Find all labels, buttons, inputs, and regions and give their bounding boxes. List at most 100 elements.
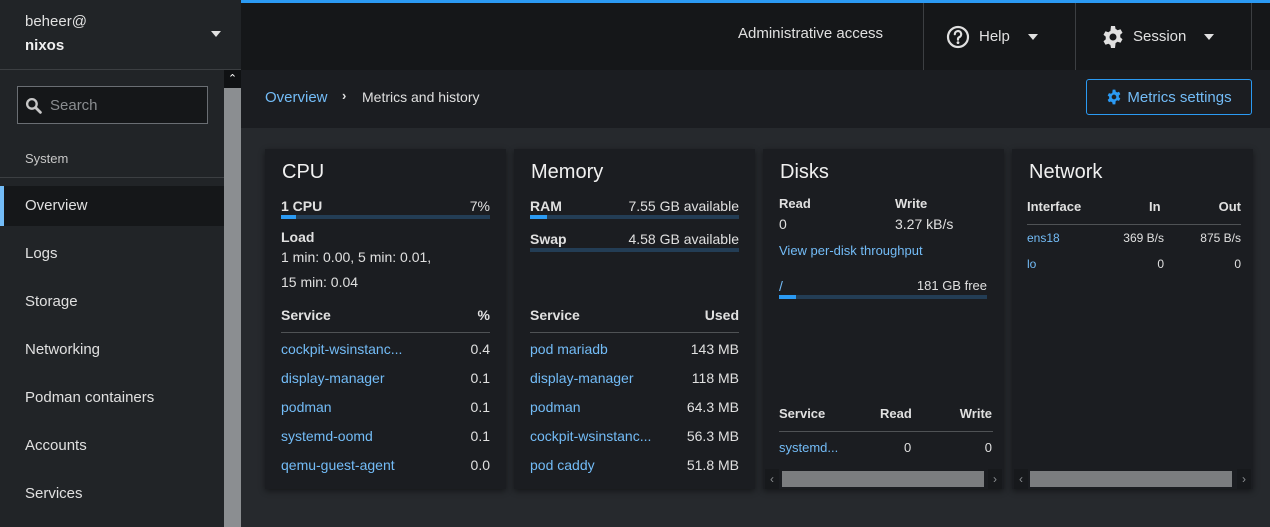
disks-card: Disks Read 0 Write 3.27 kB/s View per-di… bbox=[763, 149, 1004, 489]
service-link[interactable]: cockpit-wsinstanc... bbox=[281, 341, 402, 357]
search-input[interactable] bbox=[50, 87, 200, 123]
chevron-left-icon[interactable]: ‹ bbox=[765, 469, 779, 489]
horizontal-scrollbar[interactable]: ‹ › bbox=[765, 469, 1002, 489]
service-link[interactable]: systemd-oomd bbox=[281, 428, 373, 444]
memory-card: Memory RAM 7.55 GB available Swap 4.58 G… bbox=[514, 149, 755, 489]
per-disk-throughput-link[interactable]: View per-disk throughput bbox=[779, 243, 923, 258]
divider bbox=[1027, 224, 1241, 225]
sidebar-item-podman-containers[interactable]: Podman containers bbox=[0, 378, 224, 418]
gear-icon bbox=[1108, 89, 1121, 105]
divider bbox=[281, 332, 490, 333]
nav-group-label: System bbox=[25, 151, 69, 166]
col-write: Write bbox=[959, 406, 992, 421]
interface-out: 875 B/s bbox=[1200, 231, 1241, 245]
service-value: 0.1 bbox=[470, 399, 490, 415]
administrative-access-button[interactable]: Administrative access bbox=[738, 25, 883, 42]
help-icon bbox=[946, 25, 970, 48]
swap-available: 4.58 GB available bbox=[628, 231, 739, 247]
swap-label: Swap bbox=[530, 231, 567, 247]
sidebar-item-logs[interactable]: Logs bbox=[0, 234, 224, 274]
mount-link[interactable]: / bbox=[779, 278, 783, 294]
divider bbox=[1075, 3, 1076, 70]
chevron-right-icon[interactable]: › bbox=[1237, 469, 1251, 489]
top-bar: Administrative access Help Session bbox=[241, 0, 1270, 70]
network-card: Network Interface In Out ens18 369 B/s 8… bbox=[1012, 149, 1253, 489]
divider bbox=[0, 177, 224, 178]
service-write: 0 bbox=[984, 440, 992, 455]
service-link[interactable]: cockpit-wsinstanc... bbox=[530, 428, 651, 444]
metrics-settings-button[interactable]: Metrics settings bbox=[1086, 79, 1252, 115]
chevron-right-icon: › bbox=[342, 88, 347, 103]
interface-in: 0 bbox=[1157, 257, 1164, 271]
caret-down-icon bbox=[1204, 33, 1215, 40]
interface-in: 369 B/s bbox=[1123, 231, 1164, 245]
load-line-1: 1 min: 0.00, 5 min: 0.01, bbox=[281, 249, 432, 265]
load-line-2: 15 min: 0.04 bbox=[281, 274, 359, 290]
read-label: Read bbox=[779, 196, 811, 211]
col-service: Service bbox=[779, 406, 826, 421]
mount-usage-bar-fill bbox=[779, 295, 796, 299]
interface-link[interactable]: lo bbox=[1027, 257, 1036, 271]
caret-down-icon bbox=[1027, 33, 1038, 40]
sidebar-item-services[interactable]: Services bbox=[0, 474, 224, 514]
breadcrumb-current: Metrics and history bbox=[362, 89, 480, 105]
service-value: 0.1 bbox=[470, 370, 490, 386]
search-box[interactable] bbox=[17, 86, 208, 124]
service-link[interactable]: systemd... bbox=[779, 440, 838, 455]
sidebar: beheer@ nixos System Overview Logs Stora… bbox=[0, 0, 241, 527]
service-link[interactable]: pod caddy bbox=[530, 457, 595, 473]
ram-usage-bar bbox=[530, 215, 739, 219]
col-service: Service bbox=[530, 307, 580, 323]
service-link[interactable]: display-manager bbox=[281, 370, 385, 386]
col-out: Out bbox=[1218, 199, 1241, 214]
service-value: 64.3 MB bbox=[686, 399, 739, 415]
mount-usage-bar bbox=[779, 295, 987, 299]
session-menu-button[interactable]: Session bbox=[1101, 3, 1215, 70]
scrollbar-thumb[interactable] bbox=[1030, 471, 1232, 487]
divider bbox=[923, 3, 924, 70]
cpu-usage-bar bbox=[281, 215, 490, 219]
service-link[interactable]: podman bbox=[530, 399, 581, 415]
host-user: beheer@ bbox=[25, 13, 87, 30]
service-link[interactable]: podman bbox=[281, 399, 332, 415]
breadcrumb-overview-link[interactable]: Overview bbox=[265, 89, 328, 106]
card-title: Disks bbox=[780, 161, 829, 183]
service-link[interactable]: qemu-guest-agent bbox=[281, 457, 395, 473]
scroll-up-icon[interactable]: ⌃ bbox=[224, 70, 241, 88]
service-link[interactable]: display-manager bbox=[530, 370, 634, 386]
sidebar-item-networking[interactable]: Networking bbox=[0, 330, 224, 370]
service-value: 51.8 MB bbox=[686, 457, 739, 473]
write-value: 3.27 kB/s bbox=[895, 216, 954, 232]
sidebar-item-storage[interactable]: Storage bbox=[0, 282, 224, 322]
scrollbar-thumb[interactable] bbox=[782, 471, 984, 487]
help-menu-button[interactable]: Help bbox=[946, 3, 1038, 70]
ram-usage-bar-fill bbox=[530, 215, 547, 219]
cpu-usage-percent: 7% bbox=[469, 198, 490, 214]
ram-label: RAM bbox=[530, 198, 562, 214]
chevron-left-icon[interactable]: ‹ bbox=[1014, 469, 1028, 489]
sidebar-scrollbar[interactable]: ⌃ bbox=[224, 70, 241, 527]
ram-available: 7.55 GB available bbox=[628, 198, 739, 214]
service-link[interactable]: pod mariadb bbox=[530, 341, 608, 357]
service-value: 0.4 bbox=[470, 341, 490, 357]
service-value: 143 MB bbox=[690, 341, 739, 357]
col-service: Service bbox=[281, 307, 331, 323]
chevron-right-icon[interactable]: › bbox=[988, 469, 1002, 489]
sidebar-item-overview[interactable]: Overview bbox=[0, 186, 224, 226]
service-value: 0.0 bbox=[470, 457, 490, 473]
host-switcher[interactable]: beheer@ nixos bbox=[0, 0, 241, 70]
caret-down-icon bbox=[211, 31, 221, 37]
interface-link[interactable]: ens18 bbox=[1027, 231, 1060, 245]
interface-out: 0 bbox=[1234, 257, 1241, 271]
divider bbox=[530, 332, 739, 333]
cpu-usage-bar-fill bbox=[281, 215, 296, 219]
service-read: 0 bbox=[904, 440, 912, 455]
swap-usage-bar bbox=[530, 248, 739, 252]
breadcrumb-bar: Overview › Metrics and history Metrics s… bbox=[241, 70, 1270, 128]
search-icon bbox=[25, 97, 42, 114]
card-title: CPU bbox=[282, 161, 325, 183]
cpu-count-label: 1 CPU bbox=[281, 198, 323, 214]
horizontal-scrollbar[interactable]: ‹ › bbox=[1014, 469, 1251, 489]
col-read: Read bbox=[880, 406, 912, 421]
sidebar-item-accounts[interactable]: Accounts bbox=[0, 426, 224, 466]
